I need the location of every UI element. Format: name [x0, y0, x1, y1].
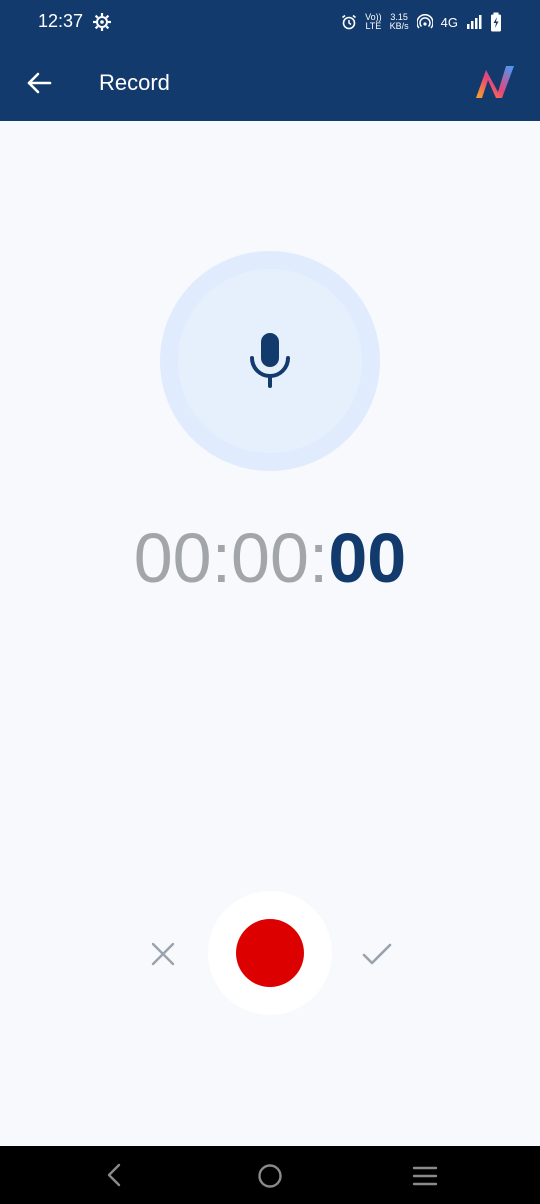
record-dot[interactable] [236, 919, 304, 987]
timer-elapsed-dim: 00:00: [133, 519, 329, 597]
status-bar: 12:37 Vo)) LTE 3.15 KB/s 4G [0, 0, 540, 44]
mic-indicator [160, 251, 380, 471]
hotspot-icon [416, 14, 433, 29]
nav-menu-icon[interactable] [412, 1165, 438, 1187]
check-icon[interactable] [361, 940, 393, 968]
close-icon[interactable] [149, 940, 177, 968]
status-icons: Vo)) LTE 3.15 KB/s 4G [341, 10, 502, 34]
battery-charging-icon [491, 12, 501, 32]
volte-bottom-text: LTE [365, 21, 382, 31]
app-bar: Record [0, 44, 540, 121]
page-title: Record [99, 70, 170, 95]
volte-indicator: Vo)) LTE [365, 13, 382, 31]
settings-gear-icon [93, 13, 111, 31]
arrow-left-icon[interactable] [26, 70, 52, 96]
signal-icon [467, 15, 482, 29]
status-time: 12:37 [38, 11, 84, 31]
network-type: 4G [440, 14, 458, 30]
mic-inner-circle [178, 269, 362, 453]
app-logo[interactable] [472, 62, 518, 102]
recording-timer: 00:00:00 [0, 518, 540, 598]
alarm-icon [342, 14, 357, 30]
record-button[interactable] [208, 891, 332, 1015]
timer-seconds-active: 00 [328, 519, 407, 597]
nav-home-icon[interactable] [257, 1163, 283, 1189]
speed-unit: KB/s [389, 21, 409, 31]
microphone-icon [250, 333, 290, 388]
nav-back-icon[interactable] [103, 1163, 125, 1187]
network-speed: 3.15 KB/s [390, 13, 409, 31]
system-nav-bar [0, 1146, 540, 1204]
